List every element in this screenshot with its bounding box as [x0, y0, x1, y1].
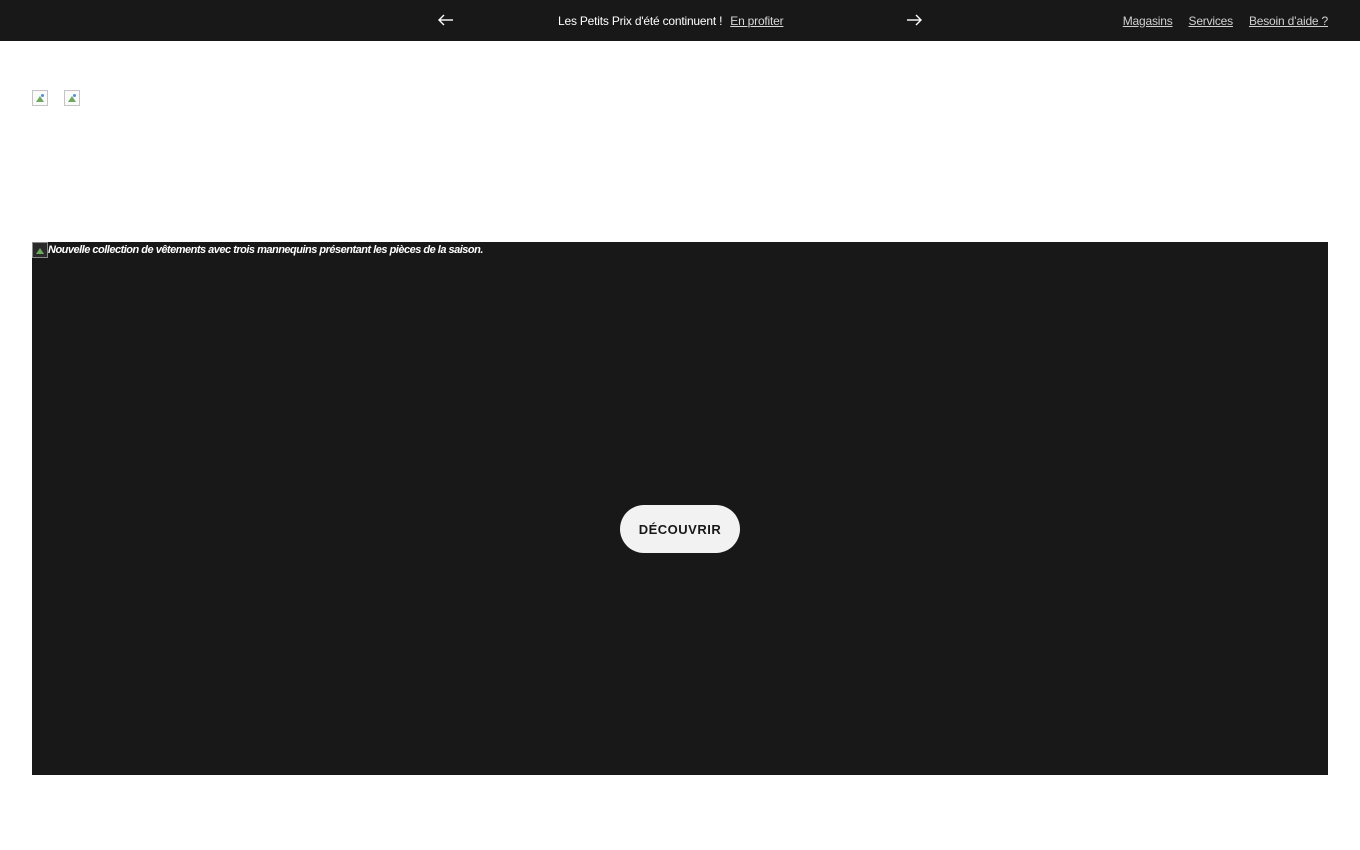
help-link[interactable]: Besoin d’aide ? — [1249, 14, 1328, 28]
hero-image: Nouvelle collection de vêtements avec tr… — [32, 242, 483, 258]
promo-link[interactable]: En profiter — [730, 14, 783, 28]
logo-image[interactable] — [32, 90, 48, 106]
broken-image-icon — [32, 242, 48, 258]
broken-image-icon — [64, 90, 80, 106]
secondary-logo-image[interactable] — [64, 90, 80, 106]
services-link[interactable]: Services — [1189, 14, 1234, 28]
utility-nav: Magasins Services Besoin d’aide ? — [1123, 0, 1328, 41]
promo-text: Les Petits Prix d'été continuent ! — [558, 13, 723, 28]
arrow-left-icon[interactable] — [436, 10, 456, 30]
announcement-bar: Les Petits Prix d'été continuent ! En pr… — [0, 0, 1360, 41]
hero-image-alt-text: Nouvelle collection de vêtements avec tr… — [48, 244, 483, 256]
hero-banner: Nouvelle collection de vêtements avec tr… — [32, 242, 1328, 775]
broken-image-icon — [32, 90, 48, 106]
promo-message: Les Petits Prix d'été continuent ! En pr… — [558, 0, 784, 41]
stores-link[interactable]: Magasins — [1123, 14, 1173, 28]
discover-button[interactable]: DÉCOUVRIR — [620, 505, 740, 553]
arrow-right-icon[interactable] — [904, 10, 924, 30]
